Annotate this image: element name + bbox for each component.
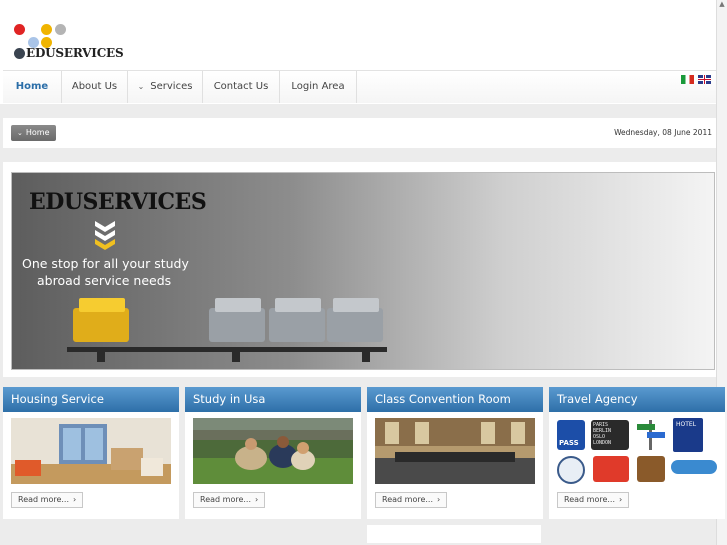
banner-tagline-line2: abroad service needs — [37, 273, 172, 288]
nav-contact-us[interactable]: Contact Us — [203, 71, 280, 103]
english-flag-icon[interactable] — [698, 75, 711, 84]
lower-content-panel — [367, 525, 541, 543]
italian-flag-icon[interactable] — [681, 75, 694, 84]
logo-dot-yellow — [41, 24, 52, 35]
nav-services[interactable]: ⌄ Services — [128, 71, 203, 103]
breadcrumb-home[interactable]: ⌄ Home — [11, 125, 56, 141]
card-housing-service: Housing Service Read more... › — [3, 387, 179, 519]
nav-about-us[interactable]: About Us — [62, 71, 128, 103]
read-more-label: Read more... — [200, 495, 251, 504]
wallet-icon — [637, 456, 665, 482]
card-travel-agency: Travel Agency PASS PARIS BERLIN OSLO LON… — [549, 387, 725, 519]
chevron-down-icon: ⌄ — [17, 129, 23, 137]
read-more-label: Read more... — [18, 495, 69, 504]
nav-services-label: Services — [150, 81, 193, 92]
card-study-in-usa: Study in Usa Read more... › — [185, 387, 361, 519]
breadcrumb: ⌄ Home Wednesday, 08 June 2011 — [3, 118, 716, 148]
read-more-button[interactable]: Read more... › — [557, 492, 630, 508]
banner-title: EDUSERVICES — [29, 189, 207, 215]
logo-text: EDUSERVICES — [26, 46, 124, 60]
card-title[interactable]: Travel Agency — [549, 387, 725, 412]
logo-dot-grey — [55, 24, 66, 35]
airplane-icon — [671, 460, 717, 474]
main-nav: Home About Us ⌄ Services Contact Us Login… — [3, 70, 716, 103]
hotel-icon: HOTEL — [673, 418, 703, 452]
nav-login-area[interactable]: Login Area — [280, 71, 357, 103]
breadcrumb-home-label: Home — [25, 128, 50, 137]
board-line: LONDON — [593, 440, 612, 446]
card-class-convention-room: Class Convention Room Read more... › — [367, 387, 543, 519]
chevron-right-icon: › — [437, 495, 441, 504]
logo-dot-red — [14, 24, 25, 35]
read-more-label: Read more... — [382, 495, 433, 504]
scroll-up-arrow-icon[interactable]: ▲ — [717, 0, 727, 10]
banner-container: EDUSERVICES One stop for all your study … — [3, 162, 716, 377]
passport-icon: PASS — [557, 420, 585, 450]
logo-dot-dark — [14, 48, 25, 59]
passport-label: PASS — [559, 439, 579, 447]
students-lawn-image[interactable] — [193, 418, 353, 484]
convention-room-image[interactable] — [375, 418, 535, 484]
card-title[interactable]: Class Convention Room — [367, 387, 543, 412]
card-title[interactable]: Study in Usa — [185, 387, 361, 412]
banner-chairs-illustration — [67, 298, 387, 362]
site-header: EDUSERVICES Home About Us ⌄ Services Cont… — [0, 0, 716, 104]
read-more-button[interactable]: Read more... › — [375, 492, 448, 508]
read-more-label: Read more... — [564, 495, 615, 504]
card-title[interactable]: Housing Service — [3, 387, 179, 412]
travel-icons-image[interactable]: PASS PARIS BERLIN OSLO LONDON HOTEL — [557, 418, 717, 484]
read-more-button[interactable]: Read more... › — [193, 492, 266, 508]
chevron-down-icon: ⌄ — [137, 82, 145, 91]
banner-chevron-icon — [95, 221, 115, 250]
housing-room-image[interactable] — [11, 418, 171, 484]
chevron-right-icon: › — [255, 495, 259, 504]
banner-tagline-line1: One stop for all your study — [22, 256, 189, 271]
suitcase-icon — [593, 456, 629, 482]
site-logo[interactable]: EDUSERVICES — [12, 24, 132, 64]
nav-home[interactable]: Home — [3, 71, 62, 103]
chevron-right-icon: › — [73, 495, 77, 504]
hotel-label: HOTEL — [676, 421, 697, 428]
read-more-button[interactable]: Read more... › — [11, 492, 84, 508]
compass-icon — [557, 456, 585, 484]
signpost-icon — [637, 420, 665, 450]
chevron-right-icon: › — [619, 495, 623, 504]
departure-board-icon: PARIS BERLIN OSLO LONDON — [591, 420, 629, 450]
hero-banner: EDUSERVICES One stop for all your study … — [11, 172, 715, 370]
current-date: Wednesday, 08 June 2011 — [614, 128, 712, 137]
